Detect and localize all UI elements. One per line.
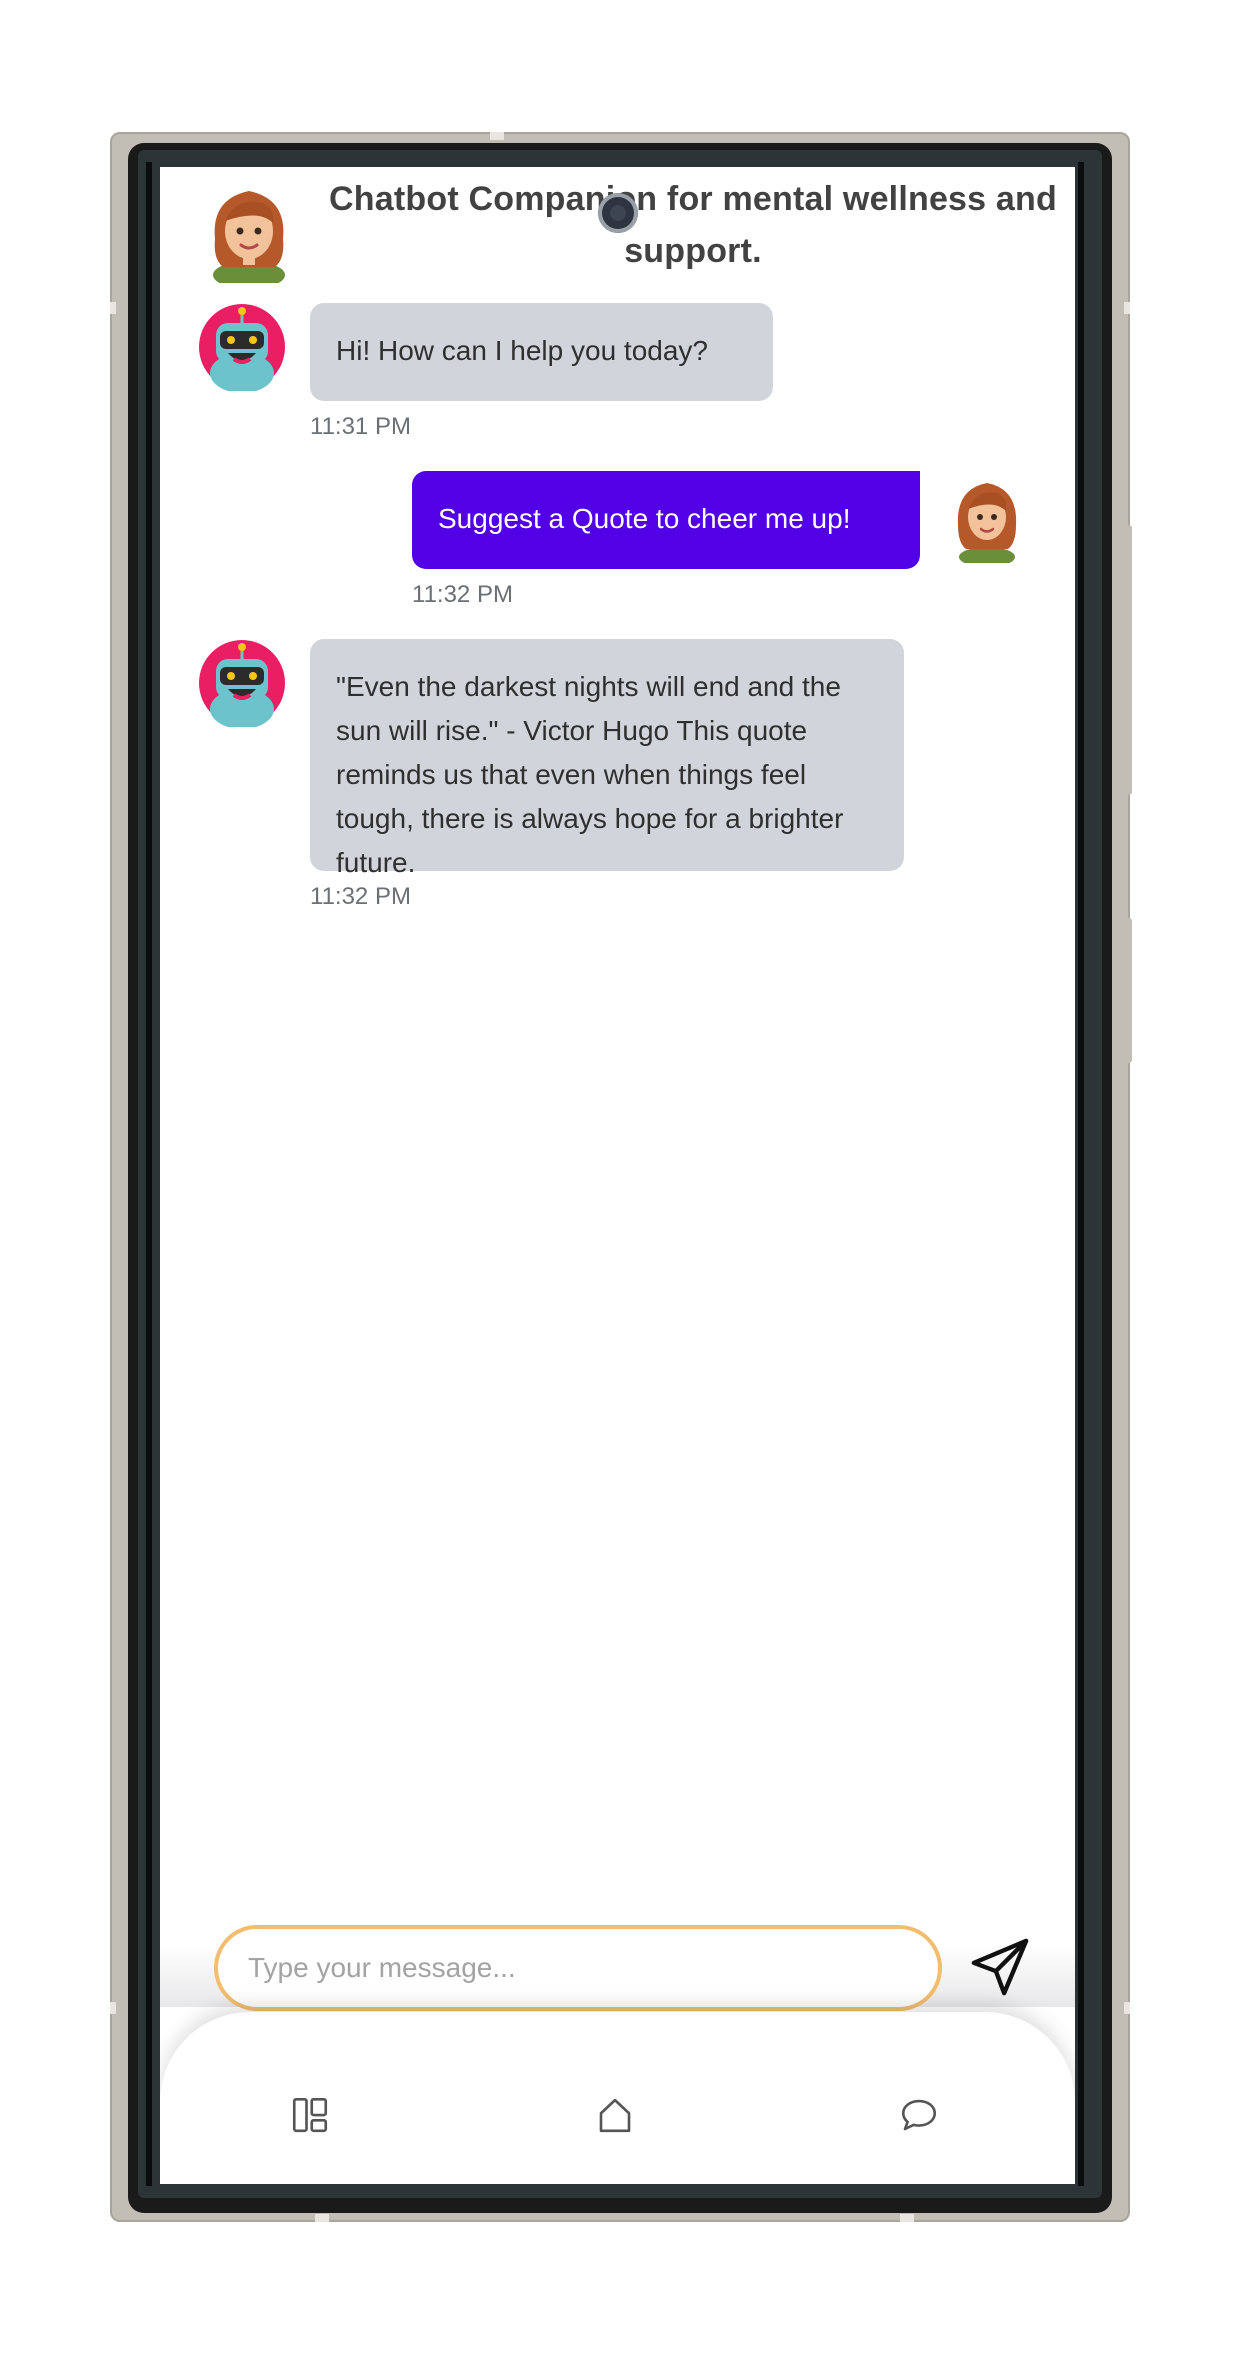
nav-chat[interactable] [891, 2087, 947, 2143]
dashboard-icon [292, 2097, 328, 2133]
app-screen: Chatbot Companion for mental wellness an… [160, 167, 1075, 2184]
nav-home[interactable] [587, 2087, 643, 2143]
user-message-bubble: Suggest a Quote to cheer me up! [412, 471, 920, 569]
nav-dashboard[interactable] [282, 2087, 338, 2143]
send-icon [971, 1938, 1029, 1996]
frame-seam [1124, 302, 1130, 314]
power-button[interactable] [1124, 918, 1132, 1063]
frame-seam [315, 2214, 329, 2222]
frame-seam [110, 2002, 116, 2014]
send-button[interactable] [960, 1927, 1040, 2007]
message-timestamp: 11:31 PM [310, 413, 411, 440]
home-icon [599, 2098, 631, 2133]
bot-avatar [198, 303, 286, 393]
front-camera [598, 193, 638, 233]
frame-seam [1124, 2002, 1130, 2014]
bot-message-bubble: "Even the darkest nights will end and th… [310, 639, 904, 878]
frame-seam [490, 132, 504, 140]
chat-icon [901, 2099, 937, 2131]
message-timestamp: 11:32 PM [412, 581, 513, 608]
volume-button[interactable] [1124, 525, 1132, 795]
bezel-edge [146, 162, 152, 2186]
bot-avatar [198, 639, 286, 729]
message-input[interactable] [214, 1925, 942, 2011]
message-timestamp: 11:32 PM [310, 883, 411, 910]
frame-seam [110, 302, 116, 314]
page-title: Chatbot Companion for mental wellness an… [329, 180, 1057, 270]
frame-seam [900, 2214, 914, 2222]
bot-message-bubble: Hi! How can I help you today? [310, 303, 773, 401]
user-avatar [952, 473, 1022, 567]
bezel-edge [1078, 162, 1084, 2186]
companion-avatar [205, 179, 293, 289]
